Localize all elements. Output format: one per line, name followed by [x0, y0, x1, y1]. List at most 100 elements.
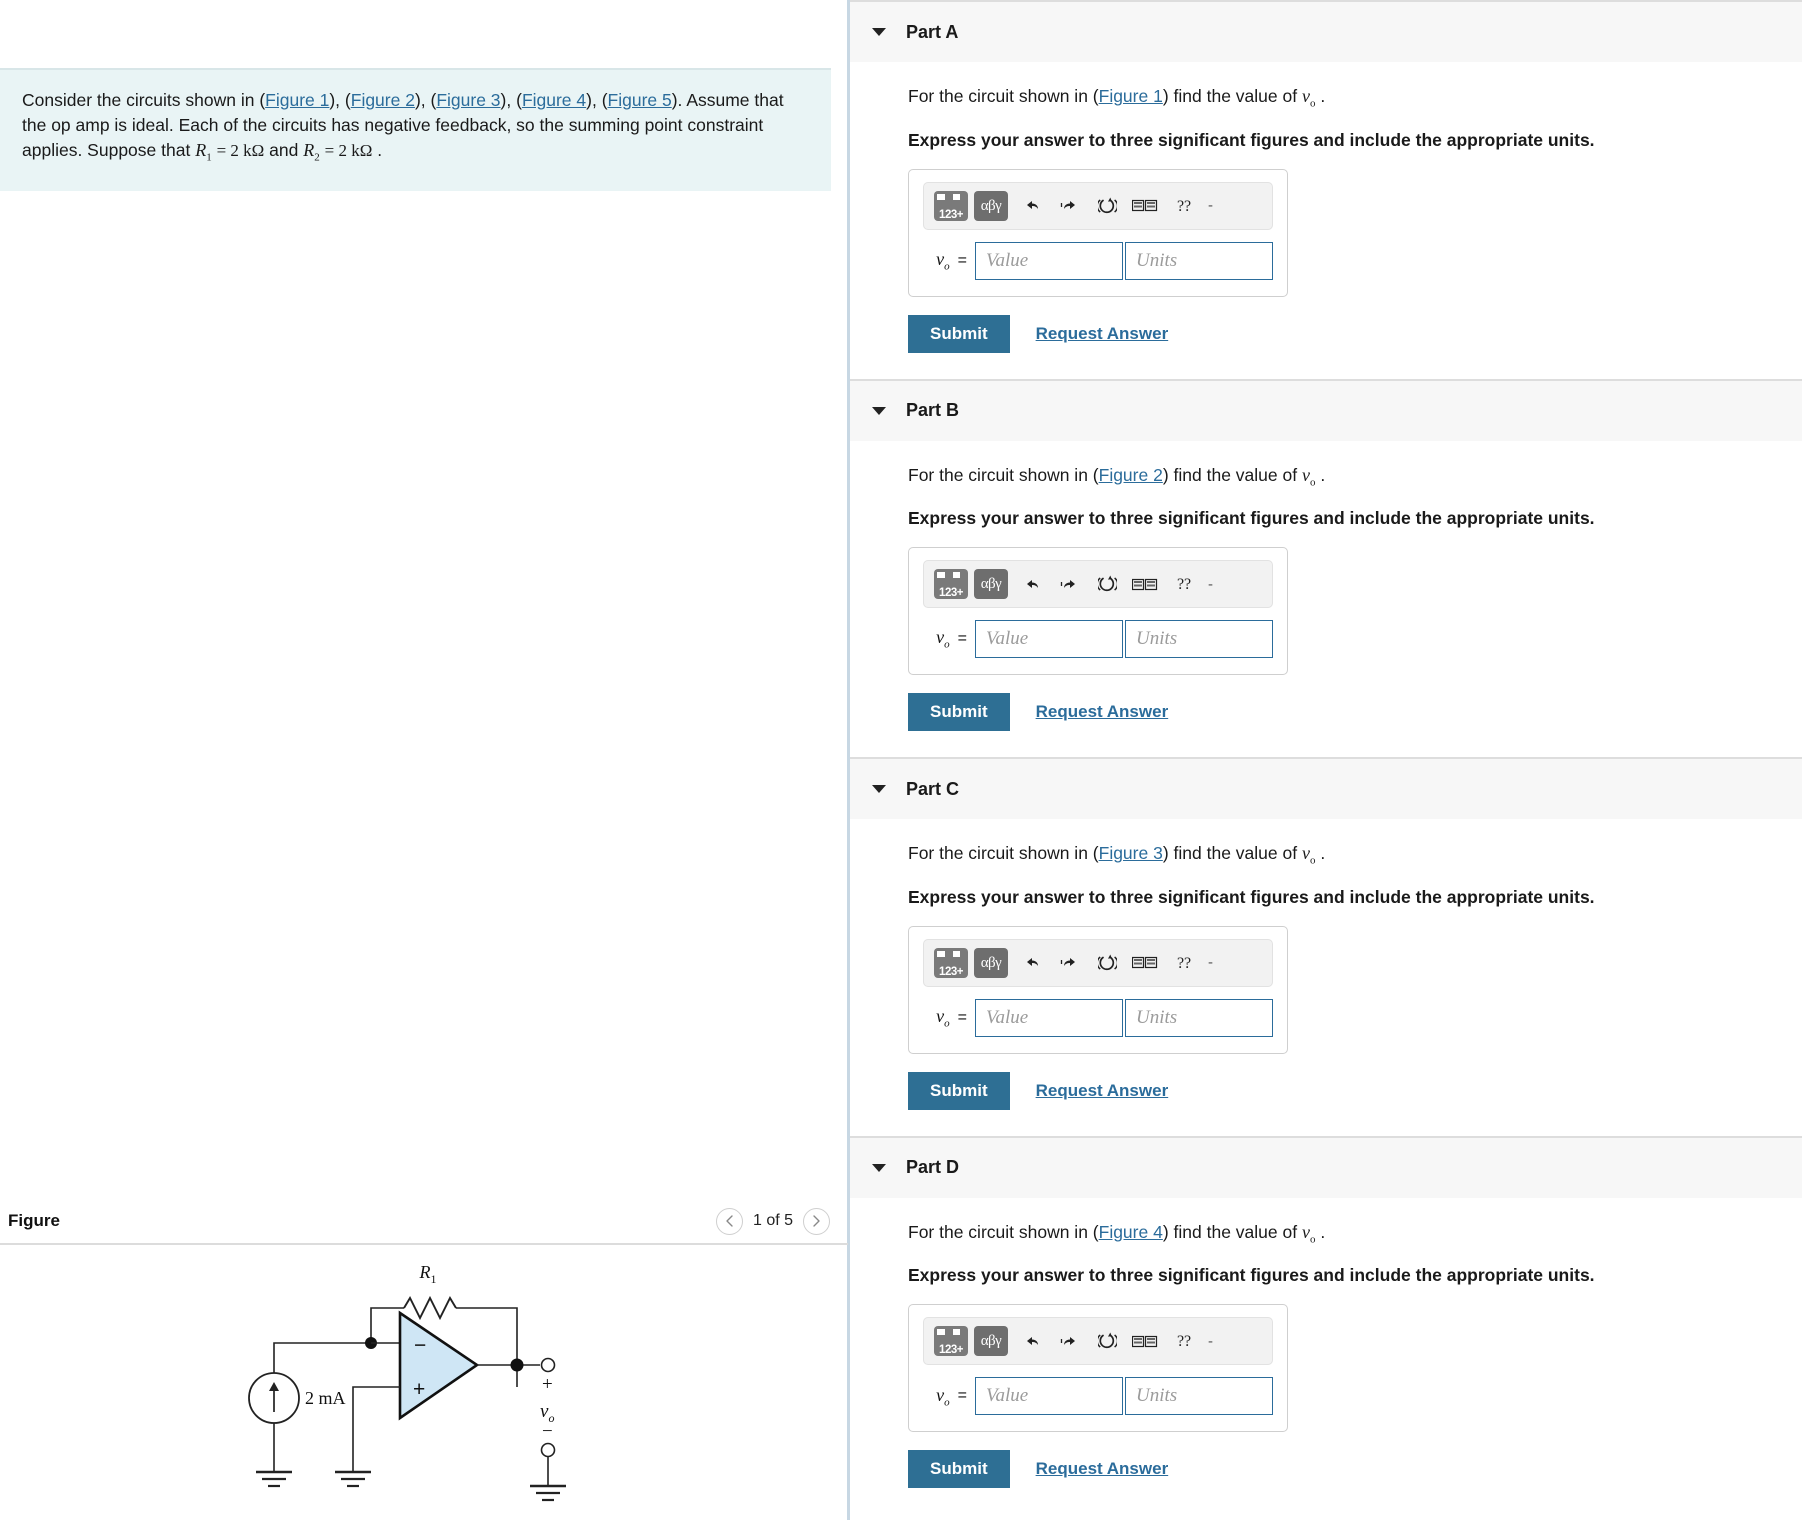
part-a-answer-label: vo: [936, 248, 950, 273]
toolbar-dash: -: [1208, 954, 1213, 972]
part-c-value-input[interactable]: [975, 998, 1123, 1037]
part-d-header[interactable]: Part D: [850, 1135, 1802, 1198]
figure-4-link[interactable]: Figure 4: [522, 90, 586, 110]
r2-symbol: R2: [303, 140, 320, 164]
numeric-keypad-icon[interactable]: 123+: [934, 569, 968, 600]
part-d-answer-box: 123+ αβγ ?? - vo =: [908, 1304, 1288, 1433]
svg-text:?: ?: [1184, 955, 1191, 972]
chevron-down-icon[interactable]: [872, 406, 886, 415]
undo-icon[interactable]: [1016, 1326, 1046, 1356]
redo-icon[interactable]: [1054, 569, 1084, 599]
redo-icon[interactable]: [1054, 948, 1084, 978]
source-label: 2 mA: [305, 1388, 346, 1408]
chevron-down-icon[interactable]: [872, 785, 886, 794]
part-d-submit-button[interactable]: Submit: [908, 1450, 1010, 1489]
output-voltage-label: vo: [540, 1401, 554, 1425]
part-b-units-input[interactable]: [1125, 620, 1273, 659]
part-a-value-input[interactable]: [975, 241, 1123, 280]
keyboard-shortcuts-icon[interactable]: [1130, 569, 1160, 599]
help-icon[interactable]: ??: [1168, 569, 1198, 599]
part-c-answer-box: 123+ αβγ ?? - vo =: [908, 925, 1288, 1054]
undo-icon[interactable]: [1016, 948, 1046, 978]
prompt-prefix: For the circuit shown in (: [908, 1221, 1099, 1242]
part-a-units-input[interactable]: [1125, 241, 1273, 280]
keyboard-shortcuts-icon[interactable]: [1130, 191, 1160, 221]
part-b-answer-row: vo =: [923, 620, 1273, 659]
left-panel: Consider the circuits shown in (Figure 1…: [0, 0, 850, 1520]
part-a-figure-link[interactable]: Figure 1: [1099, 86, 1163, 106]
help-icon[interactable]: ??: [1168, 948, 1198, 978]
r1-symbol: R1: [195, 140, 212, 164]
figure-5-link[interactable]: Figure 5: [608, 90, 672, 110]
part-a-math-toolbar: 123+ αβγ ?? -: [923, 181, 1273, 230]
part-b-value-input[interactable]: [975, 620, 1123, 659]
reset-icon[interactable]: [1092, 569, 1122, 599]
prompt-prefix: For the circuit shown in (: [908, 86, 1099, 106]
output-plus-label: +: [542, 1374, 553, 1395]
figure-1-link[interactable]: Figure 1: [265, 90, 329, 110]
part-a-submit-button[interactable]: Submit: [908, 314, 1010, 353]
chevron-left-icon[interactable]: [715, 1207, 743, 1235]
part-d-figure-link[interactable]: Figure 4: [1099, 1222, 1163, 1242]
numeric-keypad-icon[interactable]: 123+: [934, 190, 968, 221]
part-a-prompt: For the circuit shown in (Figure 1) find…: [908, 86, 1326, 110]
part-a-header[interactable]: Part A: [850, 0, 1802, 62]
help-icon[interactable]: ??: [1168, 191, 1198, 221]
part-c-figure-link[interactable]: Figure 3: [1099, 843, 1163, 863]
reset-icon[interactable]: [1092, 1326, 1122, 1356]
reset-icon[interactable]: [1092, 948, 1122, 978]
part-b-instruction: Express your answer to three significant…: [908, 508, 1595, 529]
greek-symbols-icon[interactable]: αβγ: [974, 190, 1008, 221]
greek-symbols-icon[interactable]: αβγ: [974, 947, 1008, 978]
part-a-request-answer-link[interactable]: Request Answer: [1036, 324, 1169, 344]
part-c-header[interactable]: Part C: [850, 757, 1802, 820]
part-d-instruction: Express your answer to three significant…: [908, 1265, 1595, 1286]
chevron-down-icon[interactable]: [872, 28, 886, 36]
part-d-math-toolbar: 123+ αβγ ?? -: [923, 1317, 1273, 1366]
part-c-units-input[interactable]: [1125, 998, 1273, 1037]
circuit-svg: 2 mA − + + − vo R1: [248, 1262, 566, 1502]
redo-icon[interactable]: [1054, 191, 1084, 221]
numeric-keypad-icon[interactable]: 123+: [934, 947, 968, 978]
part-b-header[interactable]: Part B: [850, 378, 1802, 441]
help-icon[interactable]: ??: [1168, 1326, 1198, 1356]
keyboard-shortcuts-icon[interactable]: [1130, 1326, 1160, 1356]
figure-2-link[interactable]: Figure 2: [351, 90, 415, 110]
undo-icon[interactable]: [1016, 191, 1046, 221]
equals-sign: =: [957, 251, 967, 269]
reset-icon[interactable]: [1092, 191, 1122, 221]
part-a: Part A For the circuit shown in (Figure …: [850, 0, 1802, 379]
undo-icon[interactable]: [1016, 569, 1046, 599]
equals-sign: =: [957, 630, 967, 648]
prompt-suffix: ) find the value of: [1162, 86, 1302, 106]
part-b-submit-button[interactable]: Submit: [908, 693, 1010, 732]
greek-symbols-icon[interactable]: αβγ: [974, 569, 1008, 600]
figure-3-link[interactable]: Figure 3: [436, 90, 500, 110]
keyboard-shortcuts-icon[interactable]: [1130, 948, 1160, 978]
problem-statement-text: Consider the circuits shown in (Figure 1…: [22, 90, 784, 164]
part-a-answer-row: vo =: [923, 241, 1273, 280]
part-d-body: For the circuit shown in (Figure 4) find…: [850, 1198, 1802, 1489]
greek-symbols-icon[interactable]: αβγ: [974, 1326, 1008, 1357]
part-c-math-toolbar: 123+ αβγ ?? -: [923, 938, 1273, 987]
part-d-actions: Submit Request Answer: [908, 1450, 1802, 1489]
problem-statement-box: Consider the circuits shown in (Figure 1…: [0, 68, 831, 191]
part-b-request-answer-link[interactable]: Request Answer: [1036, 702, 1169, 722]
part-c-submit-button[interactable]: Submit: [908, 1071, 1010, 1110]
chevron-right-icon[interactable]: [803, 1207, 830, 1235]
part-c-title: Part C: [906, 778, 960, 799]
chevron-down-icon[interactable]: [872, 1163, 886, 1172]
part-c-request-answer-link[interactable]: Request Answer: [1036, 1081, 1169, 1101]
numeric-keypad-icon[interactable]: 123+: [934, 1326, 968, 1357]
part-d-prompt: For the circuit shown in (Figure 4) find…: [908, 1221, 1326, 1246]
part-b-figure-link[interactable]: Figure 2: [1099, 465, 1163, 485]
redo-icon[interactable]: [1054, 1326, 1084, 1356]
part-d-request-answer-link[interactable]: Request Answer: [1036, 1459, 1169, 1479]
part-d-units-input[interactable]: [1125, 1377, 1273, 1416]
right-panel: Part A For the circuit shown in (Figure …: [850, 0, 1802, 1520]
figure-title: Figure: [8, 1211, 60, 1230]
resistor-label: R1: [419, 1262, 437, 1286]
prompt-suffix: ) find the value of: [1162, 464, 1302, 485]
part-d-value-input[interactable]: [975, 1377, 1123, 1416]
part-a-instruction: Express your answer to three significant…: [908, 129, 1595, 150]
